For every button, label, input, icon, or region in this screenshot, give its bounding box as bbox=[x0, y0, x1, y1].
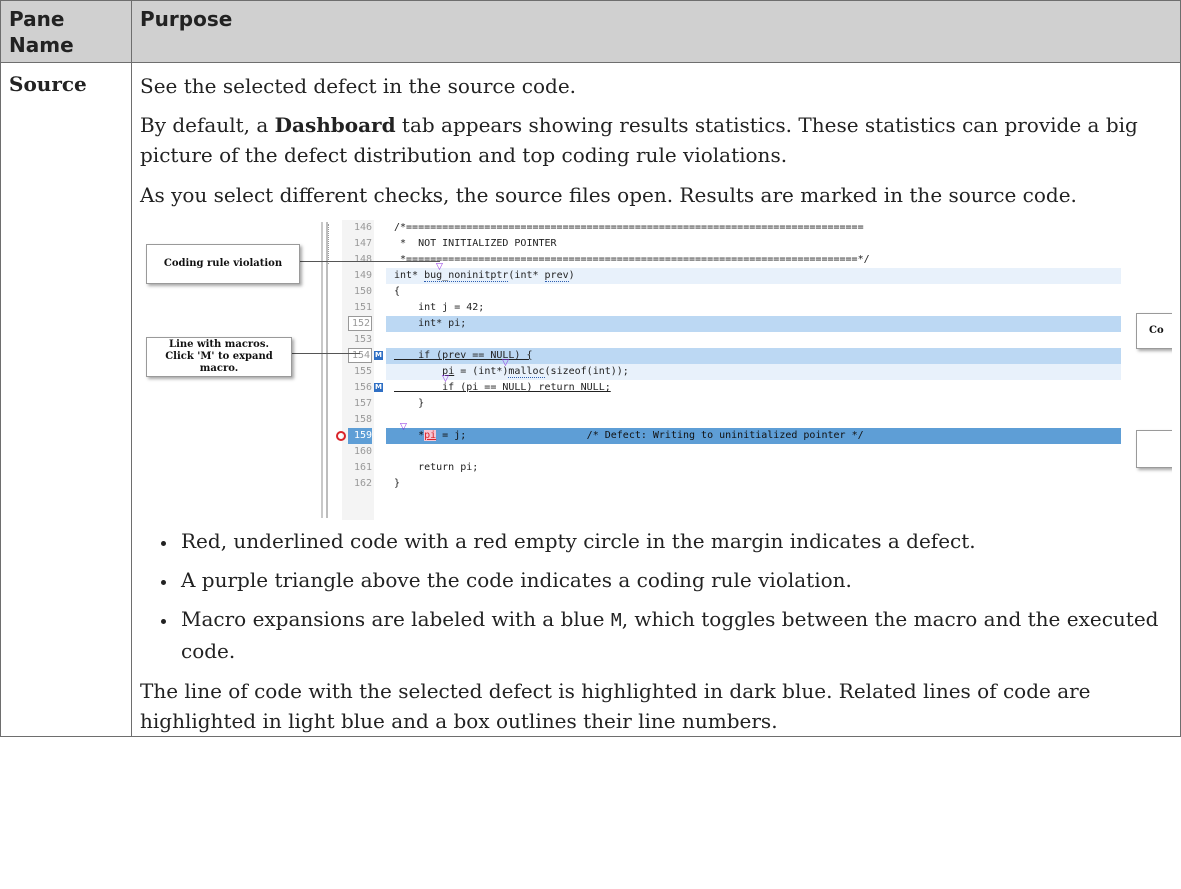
malloc-violation[interactable]: malloc bbox=[508, 366, 545, 378]
line-number: 148 bbox=[353, 254, 372, 265]
code-text: if (prev == NULL) { bbox=[394, 350, 533, 361]
line-number: 157 bbox=[353, 398, 372, 409]
code-text: int j = 42; bbox=[394, 302, 485, 313]
purpose-paragraph-1: See the selected defect in the source co… bbox=[140, 74, 577, 98]
code-line-146: 146 /*==================================… bbox=[140, 220, 1172, 236]
code-text: *pi = j; /* Defect: Writing to uninitial… bbox=[394, 428, 864, 444]
line-number: 146 bbox=[353, 222, 372, 233]
list-item: A purple triangle above the code indicat… bbox=[178, 565, 1172, 595]
callout-text: Click 'M' to expand macro. bbox=[165, 351, 273, 374]
line-number: 149 bbox=[353, 270, 372, 281]
code-text: /*======================================… bbox=[394, 222, 864, 233]
list-item: Red, underlined code with a red empty ci… bbox=[178, 526, 1172, 556]
list-item: Macro expansions are labeled with a blue… bbox=[178, 604, 1172, 666]
code-line-151: 151 int j = 42; bbox=[140, 300, 1172, 316]
code-text: pi = (int*)malloc(sizeof(int)); bbox=[394, 364, 629, 380]
pane-name-source: Source bbox=[0, 62, 132, 737]
dashboard-term: Dashboard bbox=[274, 113, 396, 137]
pane-table: Pane Name Purpose Source See the selecte… bbox=[0, 0, 1181, 737]
code-line-161: 161 return pi; bbox=[140, 460, 1172, 476]
line-number: 161 bbox=[353, 462, 372, 473]
list-item-text: Macro expansions are labeled with a blue bbox=[181, 607, 611, 631]
code-text: *=======================================… bbox=[394, 254, 870, 265]
callout-text: Coding rule violation bbox=[163, 258, 283, 269]
header-purpose: Purpose bbox=[131, 0, 1181, 63]
callout-right-partial: Co bbox=[1136, 313, 1172, 349]
callout-right-partial-empty bbox=[1136, 430, 1172, 468]
line-number: 155 bbox=[353, 366, 372, 377]
defect-code[interactable]: pi bbox=[424, 430, 437, 441]
list-item-text: A purple triangle above the code indicat… bbox=[181, 568, 852, 592]
param-name[interactable]: prev bbox=[544, 270, 569, 282]
code-line-162: 162 } bbox=[140, 476, 1172, 492]
code-text: { bbox=[394, 286, 401, 297]
code-line-150: 150 { bbox=[140, 284, 1172, 300]
table-header-row: Pane Name Purpose bbox=[0, 0, 1181, 63]
line-number: 150 bbox=[353, 286, 372, 297]
purpose-paragraph-4: The line of code with the selected defec… bbox=[140, 679, 1091, 733]
code-line-160: 160 bbox=[140, 444, 1172, 460]
callout-text: Line with macros. bbox=[169, 339, 269, 350]
marker-legend-list: Red, underlined code with a red empty ci… bbox=[140, 526, 1172, 666]
purpose-cell: See the selected defect in the source co… bbox=[131, 62, 1181, 737]
code-line-152: 152 int* pi; bbox=[140, 316, 1172, 332]
code-line-153: 153 bbox=[140, 332, 1172, 348]
callout-macros: Line with macros. Click 'M' to expand ma… bbox=[146, 337, 292, 377]
line-number: 147 bbox=[353, 238, 372, 249]
code-text: if (pi == NULL) return NULL; bbox=[394, 382, 611, 393]
defect-circle-icon[interactable] bbox=[336, 431, 346, 441]
function-name-violation[interactable]: bug_noninitptr bbox=[424, 270, 509, 282]
code-line-159: 159 ▽ *pi = j; /* Defect: Writing to uni… bbox=[140, 423, 1172, 444]
code-text: } bbox=[394, 478, 401, 489]
callout-coding-rule: Coding rule violation bbox=[146, 244, 300, 284]
line-number: 158 bbox=[353, 414, 372, 425]
code-text: int* bug_noninitptr(int* prev) bbox=[394, 268, 575, 284]
callout-leader-line bbox=[290, 353, 360, 354]
line-highlight-related bbox=[386, 316, 1121, 332]
line-number-selected[interactable]: 159 bbox=[348, 428, 372, 444]
macro-m-icon[interactable]: M bbox=[374, 351, 383, 360]
code-text: return pi; bbox=[394, 462, 479, 473]
code-line-154: 154 M if (prev == NULL) { bbox=[140, 348, 1172, 364]
code-segment: = (int*) bbox=[454, 366, 509, 377]
line-number-boxed[interactable]: 152 bbox=[348, 316, 372, 331]
line-number-boxed[interactable]: 154 bbox=[348, 348, 372, 363]
table-row: Source See the selected defect in the so… bbox=[0, 62, 1181, 737]
source-pane-screenshot: 146 /*==================================… bbox=[140, 220, 1172, 520]
line-number: 162 bbox=[353, 478, 372, 489]
line-number: 151 bbox=[353, 302, 372, 313]
code-segment: * bbox=[394, 430, 425, 441]
code-line-157: 157 } bbox=[140, 396, 1172, 412]
line-number: 153 bbox=[353, 334, 372, 345]
code-text: } bbox=[394, 398, 425, 409]
code-text: int* pi; bbox=[394, 318, 467, 329]
purpose-paragraph-3: As you select different checks, the sour… bbox=[140, 183, 1077, 207]
code-line-155: 155 ▽ pi = (int*)malloc(sizeof(int)); bbox=[140, 359, 1172, 380]
code-segment: (int* bbox=[508, 270, 545, 281]
macro-m-icon[interactable]: M bbox=[374, 383, 383, 392]
code-segment: = j; /* Defect: Writing to uninitialized… bbox=[436, 430, 864, 441]
line-number: 156 bbox=[353, 382, 372, 393]
code-text: * NOT INITIALIZED POINTER bbox=[394, 238, 557, 249]
callout-leader-line bbox=[300, 261, 440, 262]
list-item-text: Red, underlined code with a red empty ci… bbox=[181, 529, 976, 553]
header-pane-name: Pane Name bbox=[0, 0, 132, 63]
callout-text: Co bbox=[1149, 325, 1164, 336]
code-segment: (sizeof(int)); bbox=[544, 366, 629, 377]
macro-m-code: M bbox=[610, 610, 622, 631]
code-segment: int* bbox=[394, 270, 425, 281]
code-segment: ) bbox=[568, 270, 575, 281]
line-number: 160 bbox=[353, 446, 372, 457]
code-line-156: 156 M ▽ if (pi == NULL) return NULL; bbox=[140, 375, 1172, 396]
purpose-paragraph-2: By default, a Dashboard tab appears show… bbox=[140, 110, 1172, 170]
p2-text-pre: By default, a bbox=[140, 113, 275, 137]
code-line-158: 158 bbox=[140, 412, 1172, 428]
